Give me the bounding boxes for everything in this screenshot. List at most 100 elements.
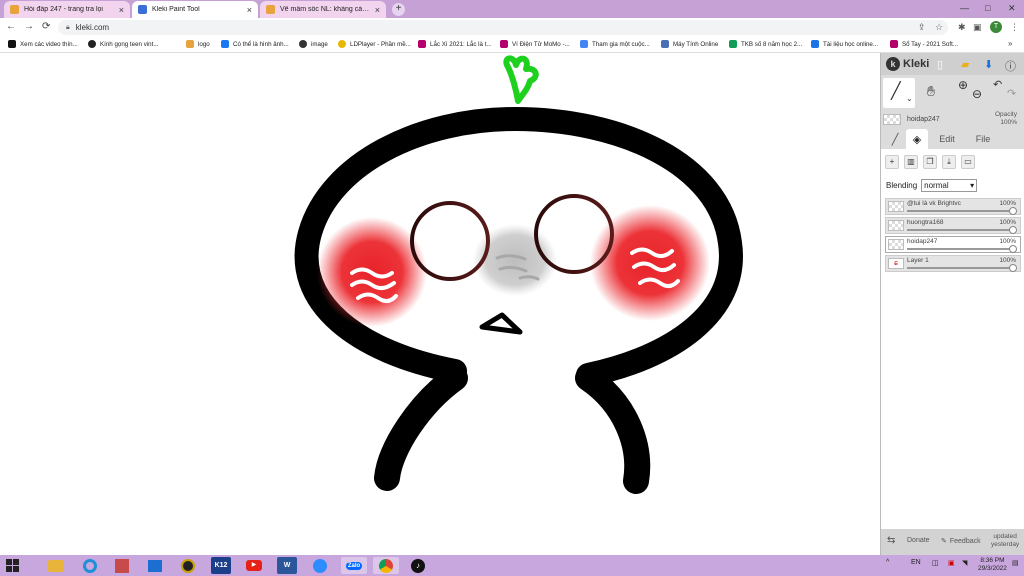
bookmark-item[interactable]: Lắc Xì 2021: Lắc là t... [418,40,492,48]
bookmark-item[interactable]: Tham gia một cuộc... [580,40,650,48]
bookmark-item[interactable]: Sổ Tay - 2021 Soft... [890,40,958,48]
menu-icon[interactable]: ⋮ [1010,22,1019,33]
layer-item[interactable]: huongtra168 100% [885,217,1021,234]
wifi-icon[interactable]: ◥ [962,559,967,567]
bookmark-item[interactable]: Máy Tính Online [661,40,718,48]
mail-icon[interactable] [145,557,165,574]
new-tab-button[interactable]: + [392,3,405,16]
donate-link[interactable]: Donate [907,537,930,544]
bookmark-item[interactable]: Xem các video thín... [8,40,78,48]
network-icon[interactable]: ◫ [932,559,939,567]
bookmark-item[interactable]: LDPlayer - Phần mề... [338,40,411,48]
close-tab-icon[interactable]: × [119,5,124,15]
internet-explorer-icon[interactable] [80,557,100,574]
bookmark-item[interactable]: Ví Điện Tử MoMo -... [500,40,570,48]
layer-opacity-slider[interactable] [907,267,1014,269]
reload-icon[interactable]: ⟳ [42,21,50,32]
word-icon[interactable]: W [277,557,297,574]
layer-opacity-slider[interactable] [907,248,1014,250]
share-icon[interactable]: ⇪ [918,22,926,33]
download-icon[interactable]: ⬇ [984,58,993,71]
undo-icon[interactable]: ↶ [993,78,1002,91]
updated-when: yesterday [991,541,1020,548]
duplicate-layer-icon[interactable]: ❐ [923,155,937,169]
kleki-header: k Kleki ▯ ▰ ⬇ ⓘ [881,53,1024,75]
back-arrow-icon[interactable]: ← [6,21,16,32]
sprout [503,55,539,104]
hand-tool-icon[interactable]: ✋︎ [927,83,935,100]
start-button[interactable] [6,559,19,572]
tab-layers[interactable]: ◈ [906,129,928,149]
layer-opacity-handle[interactable] [1009,226,1017,234]
notifications-icon[interactable]: ▤ [1012,559,1019,567]
url-field[interactable]: 🔒︎ kleki.com [58,20,948,35]
zoom-out-icon[interactable]: ⊖ [972,87,982,101]
meet-icon [580,40,588,48]
tab-hoidap[interactable]: Hỏi đáp 247 - trang tra lọi × [4,1,130,18]
open-folder-icon[interactable]: ▰ [961,58,969,71]
antivirus-icon[interactable]: ▣ [948,559,955,567]
language-indicator[interactable]: EN [911,559,921,566]
tab-brush[interactable]: ╱ [885,129,905,149]
tab-file[interactable]: File [967,129,999,149]
tray-chevron-icon[interactable]: ^ [886,559,889,566]
feedback-link[interactable]: ✎ Feedback [941,537,981,546]
swap-side-icon[interactable]: ⇆ [887,535,895,546]
new-image-icon[interactable]: ▯ [937,58,943,71]
game-icon[interactable] [178,557,198,574]
layer-opacity-handle[interactable] [1009,245,1017,253]
extensions-icon[interactable]: ✱ [958,22,966,33]
bookmark-item[interactable]: logo [186,40,210,48]
profile-avatar[interactable]: T [990,21,1002,33]
layer-item-selected[interactable]: hoidap247 100% [885,236,1021,253]
sidebar-icon[interactable]: ▣ [973,22,982,33]
layer-opacity-handle[interactable] [1009,207,1017,215]
drawing-canvas[interactable] [0,53,880,555]
bookmarks-more-icon[interactable]: » [1008,39,1012,48]
rename-layer-icon[interactable]: ▭ [961,155,975,169]
brush-icon: ╱ [891,133,899,146]
minimize-button[interactable]: — [960,3,969,13]
close-tab-icon[interactable]: × [247,5,252,15]
bookmark-star-icon[interactable]: ☆ [935,22,943,33]
bookmark-item[interactable]: Tài liệu học online... [811,40,878,48]
zoom-in-icon[interactable]: ⊕ [958,78,968,92]
kleki-logo[interactable]: k Kleki [886,57,929,71]
layer-opacity-handle[interactable] [1009,264,1017,272]
zalo-label: Zalo [345,561,363,570]
bookmark-item[interactable]: Có thể là hình ảnh... [221,40,289,48]
forward-arrow-icon[interactable]: → [24,21,34,32]
layer-item[interactable]: ɕ Layer 1 100% [885,255,1021,272]
maximize-button[interactable]: □ [985,3,990,13]
blending-select[interactable]: normal [921,179,978,192]
zoom-icon[interactable] [310,557,330,574]
bookmark-item[interactable]: TKB số 8 năm học 2... [729,40,802,48]
tab-kleki[interactable]: Kleki Paint Tool × [132,1,258,18]
add-layer-icon[interactable]: + [885,155,899,169]
close-tab-icon[interactable]: × [375,5,380,15]
store-icon[interactable] [112,557,132,574]
tab-ve-mam[interactable]: Vẽ mầm sốc NL: kháng cáo chỗ × [260,1,386,18]
close-window-button[interactable]: ✕ [1008,3,1016,14]
tab-edit[interactable]: Edit [931,129,963,149]
delete-layer-icon[interactable]: ▥ [904,155,918,169]
layer-opacity-slider[interactable] [907,210,1014,212]
layer-item[interactable]: @tui là vk Brightvc 100% [885,198,1021,215]
bookmark-item[interactable]: image [299,40,328,48]
redo-icon[interactable]: ↷ [1007,87,1016,100]
brush-tool-button[interactable]: ╱ ⌄ [883,78,915,108]
tiktok-icon[interactable]: ♪ [408,557,428,574]
youtube-icon[interactable]: ▶ [244,557,264,574]
zalo-icon[interactable]: Zalo [341,557,367,574]
bookmark-label: Tài liệu học online... [823,40,879,48]
bookmark-item[interactable]: Kính gọng teen vint... [88,40,158,48]
layer-opacity-slider[interactable] [907,229,1014,231]
system-clock[interactable]: 8:36 PM 29/3/2022 [978,557,1007,573]
left-eye [410,201,490,281]
merge-layer-icon[interactable]: ⤓ [942,155,956,169]
bookmark-label: LDPlayer - Phần mề... [350,40,411,48]
chrome-icon[interactable] [373,557,399,574]
file-explorer-icon[interactable] [46,557,66,574]
help-icon[interactable]: ⓘ [1005,58,1016,74]
k12-icon[interactable]: K12 [211,557,231,574]
